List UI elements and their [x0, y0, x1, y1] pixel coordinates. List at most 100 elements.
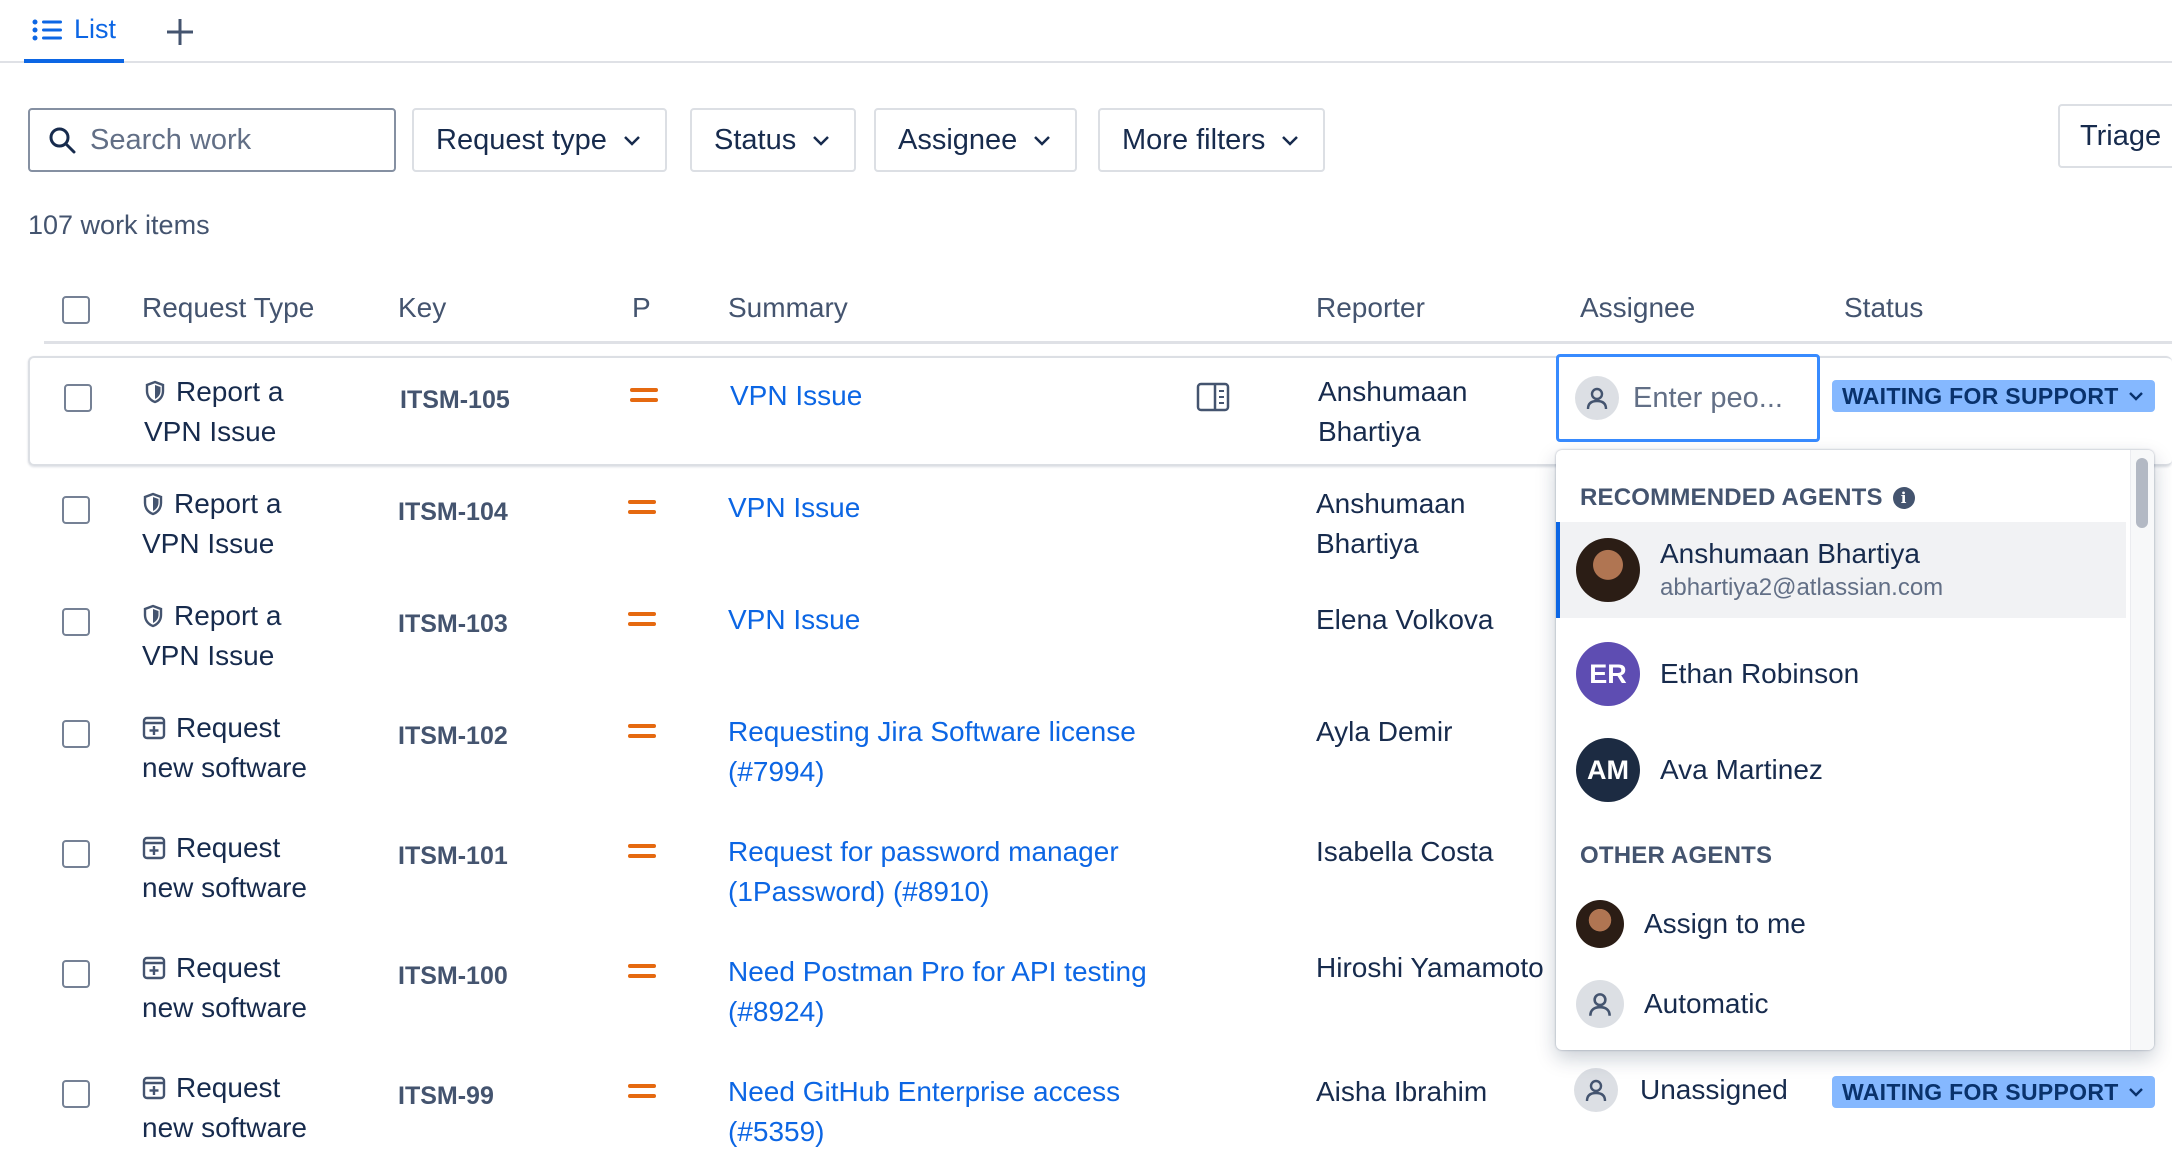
- column-header-assignee[interactable]: Assignee: [1580, 292, 1695, 324]
- avatar: AM: [1576, 738, 1640, 802]
- row-checkbox[interactable]: [62, 960, 90, 988]
- row-checkbox[interactable]: [62, 496, 90, 524]
- request-type-line2: VPN Issue: [142, 528, 275, 559]
- agent-name: Ava Martinez: [1660, 754, 1823, 785]
- row-checkbox[interactable]: [64, 384, 92, 412]
- column-header-priority[interactable]: P: [632, 292, 651, 324]
- column-header-status[interactable]: Status: [1844, 292, 1923, 324]
- issue-key[interactable]: ITSM-103: [398, 604, 508, 644]
- shield-icon: [143, 604, 163, 628]
- more-filters-label: More filters: [1122, 123, 1266, 156]
- assign-to-me-option[interactable]: Assign to me: [1556, 886, 2126, 962]
- reporter-name: Ayla Demir: [1316, 716, 1453, 747]
- request-type-cell: Report a VPN Issue: [142, 596, 281, 676]
- request-type-line2: new software: [142, 872, 307, 903]
- status-lozenge[interactable]: WAITING FOR SUPPORT: [1832, 1076, 2155, 1108]
- summary-link[interactable]: Need GitHub Enterprise access (#5359): [728, 1072, 1178, 1152]
- view-tabs: List: [0, 0, 2172, 63]
- assignee-cell[interactable]: Unassigned: [1574, 1068, 1788, 1112]
- search-input[interactable]: [90, 123, 370, 157]
- avatar: [1576, 900, 1624, 948]
- column-header-reporter[interactable]: Reporter: [1316, 292, 1425, 324]
- option-label: Assign to me: [1644, 908, 1806, 939]
- agent-name: Ethan Robinson: [1660, 658, 1860, 689]
- status-lozenge[interactable]: WAITING FOR SUPPORT: [1832, 380, 2155, 412]
- issue-key[interactable]: ITSM-100: [398, 956, 508, 996]
- assignee-filter-button[interactable]: Assignee: [874, 108, 1078, 172]
- search-field[interactable]: [28, 108, 396, 172]
- agent-option[interactable]: Anshumaan Bhartiya abhartiya2@atlassian.…: [1556, 522, 2126, 618]
- status-filter-button[interactable]: Status: [690, 108, 857, 172]
- priority-medium-icon: [628, 964, 656, 978]
- chevron-down-icon: [2128, 1088, 2143, 1097]
- request-type-line2: VPN Issue: [144, 416, 277, 447]
- request-type-cell: Report a VPN Issue: [144, 372, 283, 452]
- reporter-name: Aisha Ibrahim: [1316, 1076, 1488, 1107]
- more-filters-button[interactable]: More filters: [1098, 108, 1326, 172]
- priority-medium-icon: [628, 844, 656, 858]
- issue-key[interactable]: ITSM-105: [400, 380, 510, 420]
- summary-link[interactable]: Requesting Jira Software license (#7994): [728, 712, 1178, 792]
- request-type-line1: Report a: [174, 600, 282, 631]
- dropdown-scrollbar[interactable]: [2130, 450, 2154, 1050]
- request-type-filter-button[interactable]: Request type: [412, 108, 667, 172]
- info-icon[interactable]: i: [1892, 487, 1915, 509]
- select-all-checkbox[interactable]: [62, 296, 90, 324]
- summary-link[interactable]: VPN Issue: [728, 488, 1178, 528]
- table-header: Request Type Key P Summary Reporter Assi…: [44, 280, 2172, 344]
- recommended-heading-label: RECOMMENDED AGENTS: [1580, 484, 1883, 511]
- assignee-picker[interactable]: [1556, 354, 1820, 442]
- request-type-line1: Report a: [174, 488, 282, 519]
- issue-key[interactable]: ITSM-102: [398, 716, 508, 756]
- request-type-filter-label: Request type: [436, 123, 607, 156]
- summary-link[interactable]: Need Postman Pro for API testing (#8924): [728, 952, 1178, 1032]
- reporter-name: Anshumaan Bhartiya: [1318, 376, 1468, 447]
- avatar: ER: [1576, 642, 1640, 706]
- row-checkbox[interactable]: [62, 608, 90, 636]
- row-checkbox[interactable]: [62, 1080, 90, 1108]
- assignee-search-input[interactable]: [1633, 381, 1803, 415]
- column-header-key[interactable]: Key: [398, 292, 446, 324]
- person-icon: [1576, 980, 1624, 1028]
- reporter-name: Hiroshi Yamamoto: [1316, 952, 1544, 983]
- column-header-summary[interactable]: Summary: [728, 292, 848, 324]
- agent-option[interactable]: AM Ava Martinez: [1556, 724, 2126, 816]
- request-type-cell: Request new software: [142, 708, 307, 788]
- avatar-initials: AM: [1587, 754, 1629, 785]
- chevron-down-icon: [1034, 136, 1051, 146]
- summary-link[interactable]: VPN Issue: [730, 376, 1180, 416]
- table-row[interactable]: Request new software ITSM-99 Need GitHub…: [28, 1054, 2172, 1170]
- open-side-panel-icon[interactable]: [1196, 382, 1230, 412]
- other-agents-heading: OTHER AGENTS: [1580, 842, 1772, 870]
- automatic-option[interactable]: Automatic: [1556, 966, 2126, 1042]
- summary-link[interactable]: VPN Issue: [728, 600, 1178, 640]
- triage-button[interactable]: Triage: [2058, 104, 2172, 168]
- user-photo: [1576, 900, 1624, 948]
- issue-key[interactable]: ITSM-101: [398, 836, 508, 876]
- tab-list[interactable]: List: [24, 0, 125, 63]
- row-checkbox[interactable]: [62, 720, 90, 748]
- assignee-name: Unassigned: [1640, 1074, 1788, 1105]
- agent-option[interactable]: ER Ethan Robinson: [1556, 628, 2126, 720]
- column-header-request-type[interactable]: Request Type: [142, 292, 314, 324]
- person-icon: [1574, 1068, 1618, 1112]
- issue-key[interactable]: ITSM-99: [398, 1076, 494, 1116]
- other-heading-label: OTHER AGENTS: [1580, 842, 1773, 869]
- row-checkbox[interactable]: [62, 840, 90, 868]
- request-type-line1: Request: [176, 952, 281, 983]
- shield-icon: [145, 380, 165, 404]
- avatar: [1576, 538, 1640, 602]
- plus-icon: [167, 19, 193, 45]
- summary-link[interactable]: Request for password manager (1Password)…: [728, 832, 1178, 912]
- add-view-button[interactable]: [160, 12, 200, 52]
- chevron-down-icon: [813, 136, 830, 146]
- request-type-cell: Request new software: [142, 948, 307, 1028]
- scrollbar-thumb[interactable]: [2136, 458, 2148, 528]
- issue-key[interactable]: ITSM-104: [398, 492, 508, 532]
- person-icon: [1575, 376, 1619, 420]
- agent-email: abhartiya2@atlassian.com: [1660, 574, 1944, 601]
- request-type-cell: Request new software: [142, 1068, 307, 1148]
- priority-medium-icon: [630, 388, 658, 402]
- software-plus-icon: [142, 716, 166, 740]
- shield-icon: [143, 492, 163, 516]
